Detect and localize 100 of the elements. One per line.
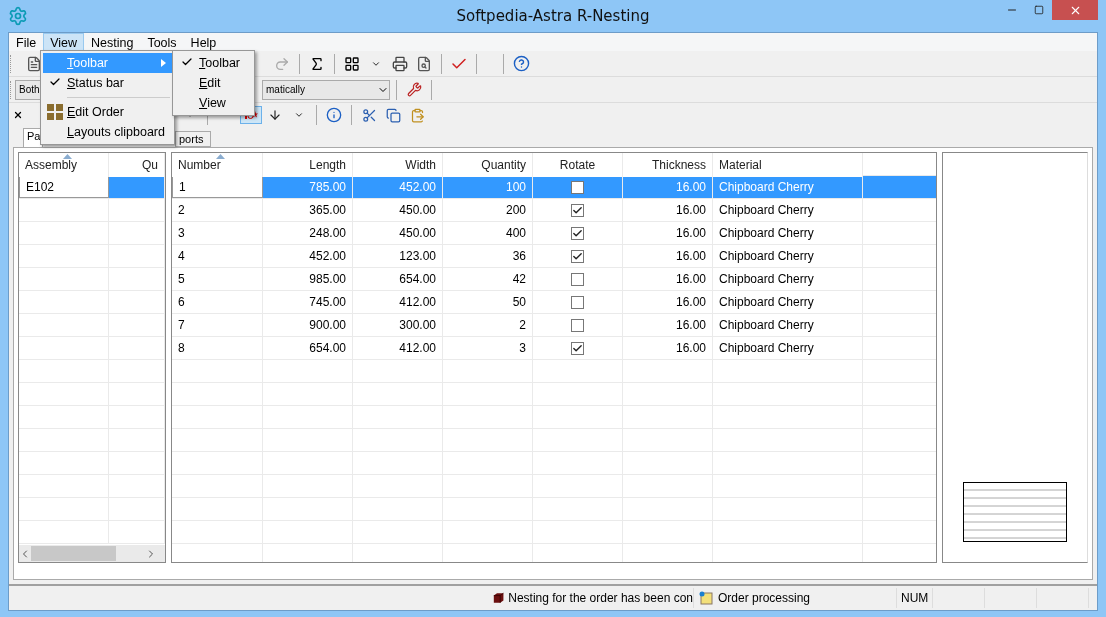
maximize-icon [1033,5,1044,15]
table-cell: 900.00 [263,314,353,336]
table-cell: 16.00 [623,268,713,290]
close-icon [13,110,23,120]
grid-icon [344,55,360,72]
table-cell: 16.00 [623,337,713,359]
column-header[interactable]: Width [353,153,443,177]
sigma-icon [309,55,325,72]
note-icon [698,591,714,605]
status-mode: Order processing [718,591,811,605]
table-cell: 3 [443,337,533,359]
box-icon [493,591,505,605]
table-cell: Chipboard Cherry [713,176,863,198]
table-cell: 123.00 [353,245,443,267]
document-icon [26,55,42,72]
table-row[interactable]: 8 654.00 412.00 3 16.00 Chipboard Cherry [172,337,936,360]
magnifier-document-icon [416,55,432,72]
checkbox[interactable] [571,180,584,194]
tab[interactable]: Pa [23,128,43,147]
menu-item[interactable]: Edit Order [43,102,172,122]
column-header[interactable]: Assembly [19,153,109,177]
table-cell: Chipboard Cherry [713,314,863,336]
table-cell: 654.00 [263,337,353,359]
table-cell: 42 [443,268,533,290]
menu-item[interactable]: Help [183,33,224,51]
table-cell: 8 [172,337,263,359]
column-header[interactable]: Material [713,153,863,177]
column-header[interactable]: Thickness [623,153,713,177]
table-cell: 5 [172,268,263,290]
menu-item[interactable]: Layouts clipboard [43,122,172,142]
table-row[interactable]: 3 248.00 450.00 400 16.00 Chipboard Cherry [172,222,936,245]
table-cell: 985.00 [263,268,353,290]
column-header[interactable]: Qu [109,153,165,177]
table-cell: 300.00 [353,314,443,336]
table-row[interactable]: 1 785.00 452.00 100 16.00 Chipboard Cherry [172,176,936,199]
table-cell: Chipboard Cherry [713,199,863,221]
grid-icon [47,104,63,120]
table-cell: 7 [172,314,263,336]
table-cell: 1 [172,176,263,198]
table-cell: 16.00 [623,245,713,267]
menu-item[interactable]: Nesting [84,33,141,51]
help-icon [512,55,530,72]
table-cell: 100 [443,176,533,198]
table-cell: Chipboard Cherry [713,245,863,267]
menu-item[interactable]: Toolbar [175,53,252,73]
column-header[interactable]: Quantity [443,153,533,177]
checkbox[interactable] [571,341,584,355]
checkbox[interactable] [571,226,584,240]
table-row[interactable]: 2 365.00 450.00 200 16.00 Chipboard Cherry [172,199,936,222]
menu-item[interactable]: File [9,33,44,51]
column-header[interactable]: Rotate [533,153,623,177]
table-cell: 450.00 [353,199,443,221]
checkbox[interactable] [571,295,584,309]
table-cell: 16.00 [623,176,713,198]
menu-item[interactable]: Edit [175,73,252,93]
table-cell: Chipboard Cherry [713,337,863,359]
arrow-down-icon [268,108,282,122]
redo-icon [274,55,290,72]
window-title: Softpedia-Astra R-Nesting [456,7,650,25]
table-cell: Chipboard Cherry [713,291,863,313]
menu-item[interactable]: View [43,33,85,51]
table-cell: 248.00 [263,222,353,244]
table-cell: 452.00 [353,176,443,198]
mode-combo[interactable]: Both [15,79,42,100]
table-cell: 16.00 [623,222,713,244]
menu-item[interactable]: Tools [140,33,184,51]
status-message: Nesting for the order has been con [508,591,693,605]
table-cell: 400 [443,222,533,244]
table-cell: 452.00 [263,245,353,267]
table-cell: 412.00 [353,337,443,359]
table-cell: 412.00 [353,291,443,313]
column-header[interactable]: Length [263,153,353,177]
wrench-icon [406,82,422,97]
table-row[interactable]: 4 452.00 123.00 36 16.00 Chipboard Cherry [172,245,936,268]
table-cell: Chipboard Cherry [713,222,863,244]
table-cell: Chipboard Cherry [713,268,863,290]
column-header[interactable]: Number [172,153,263,177]
table-row[interactable]: 5 985.00 654.00 42 16.00 Chipboard Cherry [172,268,936,291]
menu-item[interactable]: Status bar [43,73,172,93]
checkbox[interactable] [571,249,584,263]
table-row[interactable]: E102 [19,176,165,199]
layout-combo[interactable]: matically [262,79,390,100]
table-cell: 16.00 [623,199,713,221]
table-row[interactable]: 7 900.00 300.00 2 16.00 Chipboard Cherry [172,314,936,337]
table-cell: 450.00 [353,222,443,244]
checkbox[interactable] [571,318,584,332]
table-row[interactable]: 6 745.00 412.00 50 16.00 Chipboard Cherry [172,291,936,314]
printer-icon [392,55,408,72]
table-cell: 654.00 [353,268,443,290]
menu-item[interactable]: View [175,93,252,113]
table-cell: 365.00 [263,199,353,221]
tab[interactable]: ports [175,131,211,147]
table-cell: 745.00 [263,291,353,313]
table-cell: 3 [172,222,263,244]
table-cell: 2 [443,314,533,336]
info-icon [326,107,342,123]
checkbox[interactable] [571,272,584,286]
status-num: NUM [901,591,929,605]
table-cell: E102 [19,176,109,198]
checkbox[interactable] [571,203,584,217]
